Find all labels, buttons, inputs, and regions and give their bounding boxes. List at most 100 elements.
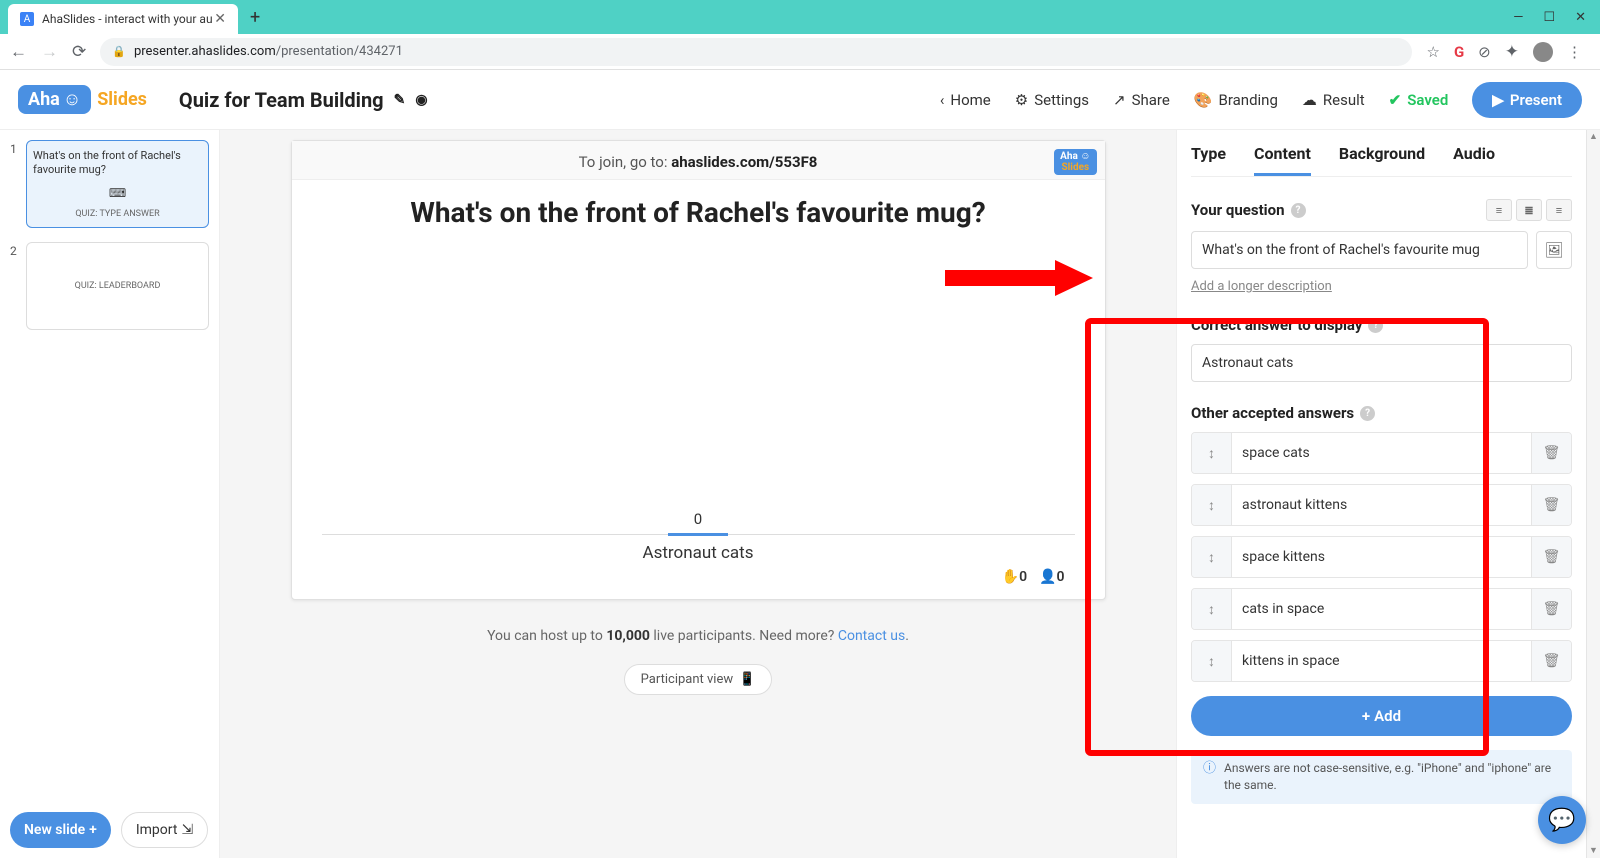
kebab-menu-icon[interactable]: ⋮ xyxy=(1567,43,1582,61)
app-header: Aha ☺ Slides Quiz for Team Building ✎ ◉ … xyxy=(0,70,1600,130)
drag-handle-icon[interactable]: ↕ xyxy=(1192,537,1232,577)
delete-answer-button[interactable]: 🗑 xyxy=(1531,433,1571,473)
url-path: /presentation/434271 xyxy=(276,44,403,59)
tab-title: AhaSlides - interact with your au xyxy=(42,12,213,26)
other-answer-input[interactable] xyxy=(1232,641,1531,681)
edit-title-icon[interactable]: ✎ xyxy=(394,92,406,108)
drag-handle-icon[interactable]: ↕ xyxy=(1192,485,1232,525)
other-answer-row: ↕🗑 xyxy=(1191,484,1572,526)
forward-icon[interactable]: → xyxy=(41,42,58,62)
align-center-button[interactable]: ≣ xyxy=(1516,199,1542,221)
slide-number: 2 xyxy=(10,242,20,330)
delete-answer-button[interactable]: 🗑 xyxy=(1531,485,1571,525)
chat-widget-button[interactable]: 💬 xyxy=(1538,796,1586,844)
info-icon: ⓘ xyxy=(1203,760,1216,794)
nav-settings[interactable]: ⚙Settings xyxy=(1015,91,1089,109)
new-slide-button[interactable]: New slide+ xyxy=(10,812,111,848)
hand-count: ✋0 xyxy=(1002,569,1027,585)
url-host: presenter.ahaslides.com xyxy=(134,44,276,59)
lock-icon: 🔒 xyxy=(112,45,126,58)
nav-share[interactable]: ↗Share xyxy=(1113,91,1170,109)
keyboard-icon: ⌨ xyxy=(33,186,202,200)
other-answers-label: Other accepted answers ? xyxy=(1191,404,1572,422)
nav-result[interactable]: ☁Result xyxy=(1302,91,1365,109)
other-answer-row: ↕🗑 xyxy=(1191,536,1572,578)
align-right-button[interactable]: ≡ xyxy=(1546,199,1572,221)
contact-us-link[interactable]: Contact us xyxy=(838,628,905,644)
other-answer-input[interactable] xyxy=(1232,485,1531,525)
nav-branding[interactable]: 🎨Branding xyxy=(1194,91,1278,109)
image-icon: 🖼 xyxy=(1544,241,1563,259)
add-description-link[interactable]: Add a longer description xyxy=(1191,279,1572,294)
other-answer-input[interactable] xyxy=(1232,433,1531,473)
other-answer-input[interactable] xyxy=(1232,589,1531,629)
profile-avatar[interactable] xyxy=(1533,42,1553,62)
tab-background[interactable]: Background xyxy=(1339,144,1425,176)
extension-icon-2[interactable]: ⊘ xyxy=(1478,43,1491,61)
tab-favicon: A xyxy=(20,12,34,26)
import-button[interactable]: Import⇲ xyxy=(121,812,208,848)
reload-icon[interactable]: ⟳ xyxy=(72,42,86,62)
tab-close-icon[interactable]: ✕ xyxy=(214,11,226,27)
scrollbar[interactable]: ▲ ▼ xyxy=(1586,130,1600,858)
star-icon[interactable]: ☆ xyxy=(1426,43,1439,61)
extension-icon-1[interactable]: G xyxy=(1454,43,1464,61)
slide-thumbnail-2[interactable]: QUIZ: LEADERBOARD xyxy=(26,242,209,330)
join-bar: To join, go to: ahaslides.com/553F8 Aha … xyxy=(292,141,1105,180)
properties-panel: Type Content Background Audio Your quest… xyxy=(1176,130,1586,858)
browser-tab-bar: A AhaSlides - interact with your au ✕ + … xyxy=(0,0,1600,34)
question-input[interactable] xyxy=(1191,231,1528,269)
back-icon[interactable]: ← xyxy=(10,42,27,62)
drag-handle-icon[interactable]: ↕ xyxy=(1192,641,1232,681)
extensions-icon[interactable]: ✦ xyxy=(1505,42,1519,62)
slide-answer-text: Astronaut cats xyxy=(322,543,1075,563)
logo[interactable]: Aha ☺ Slides xyxy=(18,85,147,114)
tab-type[interactable]: Type xyxy=(1191,144,1226,176)
visibility-icon[interactable]: ◉ xyxy=(415,92,427,108)
new-tab-button[interactable]: + xyxy=(250,7,260,28)
delete-answer-button[interactable]: 🗑 xyxy=(1531,589,1571,629)
slide-thumbnail-1[interactable]: What's on the front of Rachel's favourit… xyxy=(26,140,209,228)
join-url: ahaslides.com/553F8 xyxy=(671,153,817,171)
palette-icon: 🎨 xyxy=(1194,91,1213,109)
window-close-icon[interactable]: ✕ xyxy=(1575,10,1586,25)
presentation-title[interactable]: Quiz for Team Building ✎ ◉ xyxy=(179,88,428,112)
url-input[interactable]: 🔒 presenter.ahaslides.com/presentation/4… xyxy=(100,38,1412,66)
other-answer-row: ↕🗑 xyxy=(1191,432,1572,474)
check-icon: ✔ xyxy=(1389,91,1402,109)
drag-handle-icon[interactable]: ↕ xyxy=(1192,589,1232,629)
share-icon: ↗ xyxy=(1113,91,1126,109)
nav-home[interactable]: ‹Home xyxy=(940,91,991,109)
window-minimize-icon[interactable]: — xyxy=(1513,10,1523,25)
align-left-button[interactable]: ≡ xyxy=(1486,199,1512,221)
window-maximize-icon[interactable]: ☐ xyxy=(1543,10,1555,25)
tab-audio[interactable]: Audio xyxy=(1453,144,1495,176)
tab-content[interactable]: Content xyxy=(1254,144,1311,176)
participant-view-button[interactable]: Participant view📱 xyxy=(624,664,773,695)
trash-icon: 🗑 xyxy=(1543,549,1561,565)
host-info: You can host up to 10,000 live participa… xyxy=(487,628,909,644)
scroll-up-icon[interactable]: ▲ xyxy=(1587,130,1600,144)
play-icon: ▶ xyxy=(1492,91,1504,109)
help-icon[interactable]: ? xyxy=(1291,203,1306,218)
browser-tab[interactable]: A AhaSlides - interact with your au ✕ xyxy=(8,4,238,34)
other-answer-row: ↕🗑 xyxy=(1191,588,1572,630)
present-button[interactable]: ▶Present xyxy=(1472,82,1582,118)
help-icon[interactable]: ? xyxy=(1360,406,1375,421)
info-note: ⓘ Answers are not case-sensitive, e.g. "… xyxy=(1191,750,1572,804)
delete-answer-button[interactable]: 🗑 xyxy=(1531,537,1571,577)
add-image-button[interactable]: 🖼 xyxy=(1536,231,1572,269)
address-bar: ← → ⟳ 🔒 presenter.ahaslides.com/presenta… xyxy=(0,34,1600,70)
drag-handle-icon[interactable]: ↕ xyxy=(1192,433,1232,473)
window-controls: — ☐ ✕ xyxy=(1499,10,1600,25)
correct-answer-input[interactable] xyxy=(1191,344,1572,382)
slide-preview: To join, go to: ahaslides.com/553F8 Aha … xyxy=(291,140,1106,600)
slide-number: 1 xyxy=(10,140,20,228)
other-answer-input[interactable] xyxy=(1232,537,1531,577)
editor-canvas: To join, go to: ahaslides.com/553F8 Aha … xyxy=(220,130,1176,858)
chevron-left-icon: ‹ xyxy=(940,91,945,109)
help-icon[interactable]: ? xyxy=(1368,318,1383,333)
delete-answer-button[interactable]: 🗑 xyxy=(1531,641,1571,681)
scroll-down-icon[interactable]: ▼ xyxy=(1587,844,1600,858)
add-answer-button[interactable]: + Add xyxy=(1191,696,1572,736)
